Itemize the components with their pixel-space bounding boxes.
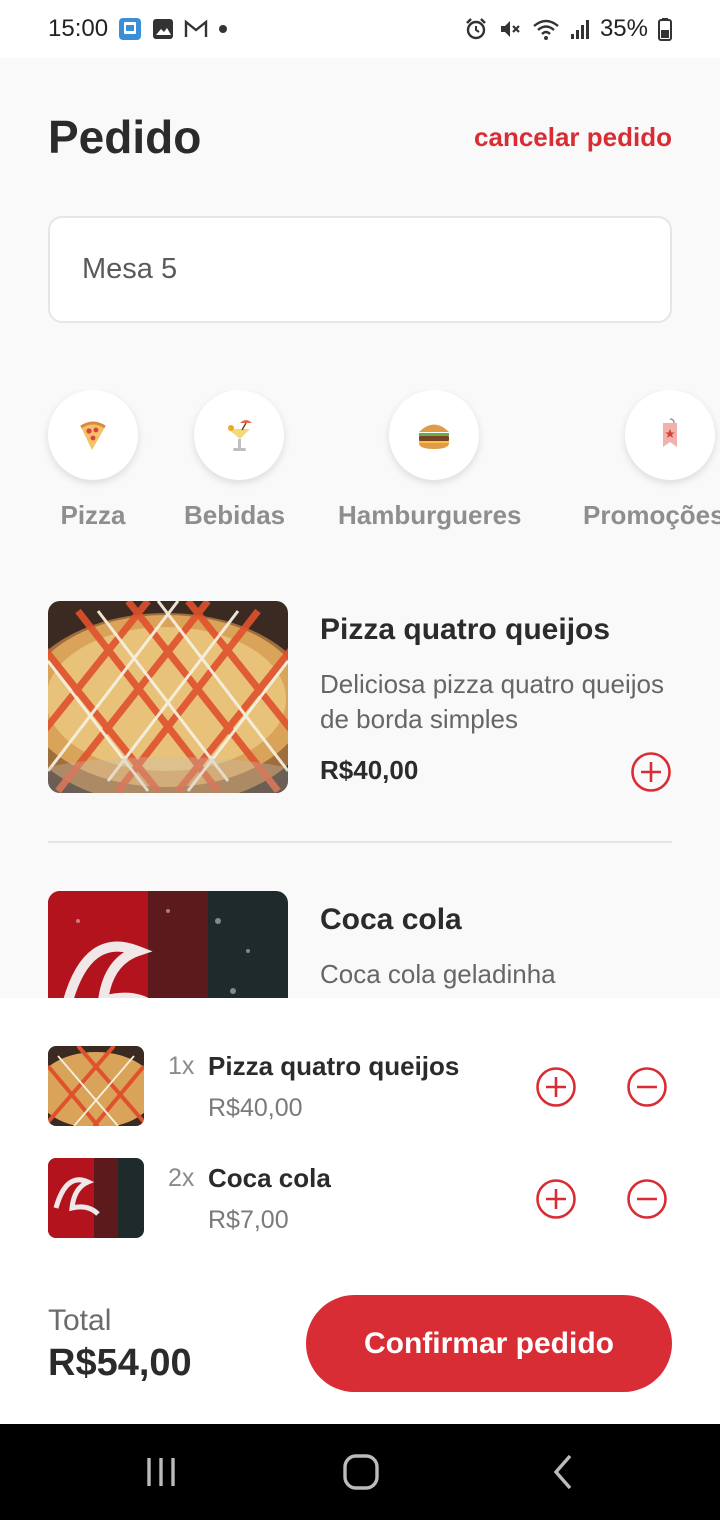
mute-icon — [498, 17, 522, 41]
page-header: Pedido cancelar pedido — [48, 110, 672, 164]
decrease-quantity-button[interactable] — [626, 1066, 668, 1108]
category-label: Pizza — [60, 500, 126, 530]
category-burgers[interactable]: Hamburgueres — [338, 390, 522, 531]
product-name: Pizza quatro queijos — [320, 613, 611, 646]
cart-item-name: Pizza quatro queijos — [208, 1051, 460, 1081]
app-icon — [118, 17, 142, 41]
product-card[interactable]: Pizza quatro queijos Deliciosa pizza qua… — [48, 601, 672, 793]
category-promos[interactable]: Promoções — [583, 390, 720, 531]
alarm-icon — [464, 17, 488, 41]
category-list: Pizza Bebidas Hamburgueres Promoções — [0, 390, 720, 540]
category-pizza[interactable]: Pizza — [48, 390, 138, 531]
category-label: Hamburgueres — [338, 500, 522, 530]
pizza-icon — [80, 421, 106, 450]
battery-icon — [658, 17, 672, 41]
category-drinks[interactable]: Bebidas — [184, 390, 285, 531]
battery-percent: 35% — [599, 15, 648, 42]
recent-apps-icon[interactable] — [136, 1450, 186, 1494]
home-icon[interactable] — [336, 1450, 386, 1494]
tropical-drink-icon — [227, 420, 252, 451]
divider — [48, 841, 672, 843]
product-description: Coca cola geladinha — [320, 959, 556, 989]
product-image — [48, 601, 288, 793]
total-value: R$54,00 — [48, 1342, 192, 1384]
cart-item-name: Coca cola — [208, 1163, 331, 1193]
page-title: Pedido — [48, 111, 202, 163]
wifi-icon — [532, 17, 560, 41]
table-field[interactable]: Mesa 5 — [48, 216, 672, 323]
total-label: Total — [48, 1304, 112, 1337]
cart-item: 2x Coca cola R$7,00 — [48, 1158, 672, 1238]
cart-item-quantity: 1x — [168, 1052, 195, 1080]
cart-item-price: R$7,00 — [208, 1206, 289, 1234]
system-nav-bar — [0, 1424, 720, 1520]
signal-icon — [570, 18, 590, 40]
cart-item-price: R$40,00 — [208, 1094, 303, 1122]
cart-item-image — [48, 1046, 144, 1126]
category-label: Bebidas — [184, 500, 286, 530]
cart-item-quantity: 2x — [168, 1164, 195, 1192]
increase-quantity-button[interactable] — [535, 1066, 577, 1108]
gmail-icon — [184, 19, 208, 39]
promo-tag-icon — [662, 418, 677, 447]
category-label: Promoções — [583, 500, 720, 530]
cancel-order-link[interactable]: cancelar pedido — [474, 122, 672, 153]
gallery-icon — [152, 18, 174, 40]
confirm-order-button[interactable]: Confirmar pedido — [306, 1295, 672, 1392]
product-name: Coca cola — [320, 903, 462, 936]
back-icon[interactable] — [538, 1450, 588, 1494]
product-price: R$40,00 — [320, 755, 419, 785]
add-to-cart-button[interactable] — [630, 751, 672, 793]
cart-item: 1x Pizza quatro queijos R$40,00 — [48, 1046, 672, 1126]
table-field-value: Mesa 5 — [82, 253, 178, 285]
decrease-quantity-button[interactable] — [626, 1178, 668, 1220]
cart-item-image — [48, 1158, 144, 1238]
status-bar: 15:00 35% — [0, 0, 720, 58]
hamburger-icon — [418, 424, 449, 449]
product-description: Deliciosa pizza quatro queijos de borda … — [320, 669, 664, 734]
dot-icon — [218, 24, 228, 34]
increase-quantity-button[interactable] — [535, 1178, 577, 1220]
status-time: 15:00 — [48, 15, 109, 42]
